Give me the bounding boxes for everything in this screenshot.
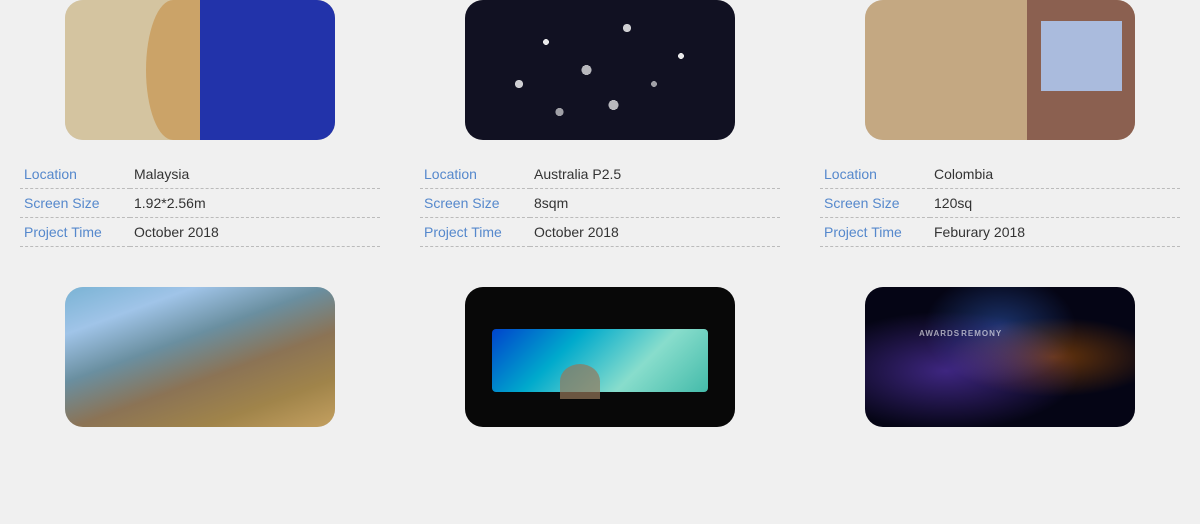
bottom-row [0, 287, 1200, 467]
card-stairs [0, 287, 400, 467]
image-stairs [65, 287, 335, 427]
table-row: Project Time October 2018 [20, 218, 380, 247]
time-label: Project Time [20, 218, 130, 247]
table-row: Screen Size 120sq [820, 189, 1180, 218]
info-table-malaysia: Location Malaysia Screen Size 1.92*2.56m… [20, 160, 380, 247]
screen-value: 120sq [930, 189, 1180, 218]
table-row: Screen Size 1.92*2.56m [20, 189, 380, 218]
time-label: Project Time [820, 218, 930, 247]
table-row: Screen Size 8sqm [420, 189, 780, 218]
image-awards [865, 287, 1135, 427]
image-theater [465, 287, 735, 427]
time-value: Feburary 2018 [930, 218, 1180, 247]
location-value: Malaysia [130, 160, 380, 189]
time-label: Project Time [420, 218, 530, 247]
image-colombia [865, 0, 1135, 140]
image-australia [465, 0, 735, 140]
time-value: October 2018 [530, 218, 780, 247]
card-australia: Location Australia P2.5 Screen Size 8sqm… [400, 0, 800, 267]
info-table-colombia: Location Colombia Screen Size 120sq Proj… [820, 160, 1180, 247]
card-awards [800, 287, 1200, 467]
card-colombia: Location Colombia Screen Size 120sq Proj… [800, 0, 1200, 267]
info-table-australia: Location Australia P2.5 Screen Size 8sqm… [420, 160, 780, 247]
table-row: Project Time October 2018 [420, 218, 780, 247]
top-row: Location Malaysia Screen Size 1.92*2.56m… [0, 0, 1200, 267]
location-label: Location [20, 160, 130, 189]
location-label: Location [820, 160, 930, 189]
image-malaysia [65, 0, 335, 140]
screen-label: Screen Size [820, 189, 930, 218]
screen-value: 1.92*2.56m [130, 189, 380, 218]
screen-label: Screen Size [20, 189, 130, 218]
time-value: October 2018 [130, 218, 380, 247]
card-malaysia: Location Malaysia Screen Size 1.92*2.56m… [0, 0, 400, 267]
location-value: Australia P2.5 [530, 160, 780, 189]
card-theater [400, 287, 800, 467]
screen-label: Screen Size [420, 189, 530, 218]
screen-value: 8sqm [530, 189, 780, 218]
table-row: Location Malaysia [20, 160, 380, 189]
table-row: Location Australia P2.5 [420, 160, 780, 189]
location-value: Colombia [930, 160, 1180, 189]
table-row: Project Time Feburary 2018 [820, 218, 1180, 247]
table-row: Location Colombia [820, 160, 1180, 189]
location-label: Location [420, 160, 530, 189]
